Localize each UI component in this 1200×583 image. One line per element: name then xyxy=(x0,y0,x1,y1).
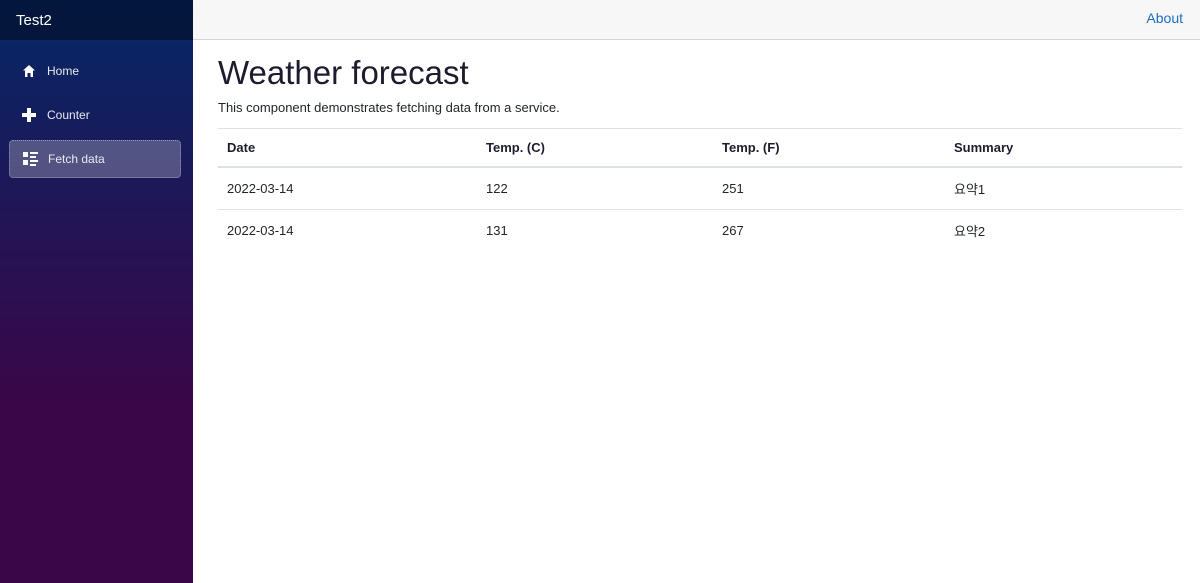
brand-bar: Test2 xyxy=(0,0,193,40)
table-row: 2022-03-14 122 251 요약1 xyxy=(218,166,1182,210)
home-icon xyxy=(21,63,37,79)
cell-summary: 요약2 xyxy=(945,209,1182,251)
page-subtitle: This component demonstrates fetching dat… xyxy=(218,100,560,115)
list-rich-icon xyxy=(22,151,38,167)
cell-date: 2022-03-14 xyxy=(218,166,477,210)
plus-icon xyxy=(21,107,37,123)
table-row: 2022-03-14 131 267 요약2 xyxy=(218,209,1182,251)
page-title: Weather forecast xyxy=(218,54,469,91)
cell-summary: 요약1 xyxy=(945,166,1182,210)
nav-item-home[interactable]: Home xyxy=(9,52,181,90)
nav-item-label: Home xyxy=(47,64,80,78)
nav-item-counter[interactable]: Counter xyxy=(9,96,181,134)
cell-temp-f: 251 xyxy=(713,166,945,210)
header-summary: Summary xyxy=(945,128,1182,168)
about-link[interactable]: About xyxy=(1146,10,1183,26)
top-row: About xyxy=(193,0,1200,40)
app-root: Test2 Home Counter Fetch data About Weat… xyxy=(0,0,1200,583)
brand-title[interactable]: Test2 xyxy=(16,12,52,29)
main-content: Weather forecast This component demonstr… xyxy=(218,40,1182,251)
header-temp-c: Temp. (C) xyxy=(477,128,713,168)
cell-temp-c: 122 xyxy=(477,166,713,210)
header-temp-f: Temp. (F) xyxy=(713,128,945,168)
nav-item-fetch-data[interactable]: Fetch data xyxy=(9,140,181,178)
cell-date: 2022-03-14 xyxy=(218,209,477,251)
nav-menu: Home Counter Fetch data xyxy=(0,40,193,178)
header-date: Date xyxy=(218,128,477,168)
cell-temp-f: 267 xyxy=(713,209,945,251)
sidebar: Test2 Home Counter Fetch data xyxy=(0,0,193,583)
cell-temp-c: 131 xyxy=(477,209,713,251)
forecast-table: Date Temp. (C) Temp. (F) Summary 2022-03… xyxy=(218,128,1182,251)
nav-item-label: Fetch data xyxy=(48,152,105,166)
table-header-row: Date Temp. (C) Temp. (F) Summary xyxy=(218,128,1182,168)
nav-item-label: Counter xyxy=(47,108,90,122)
